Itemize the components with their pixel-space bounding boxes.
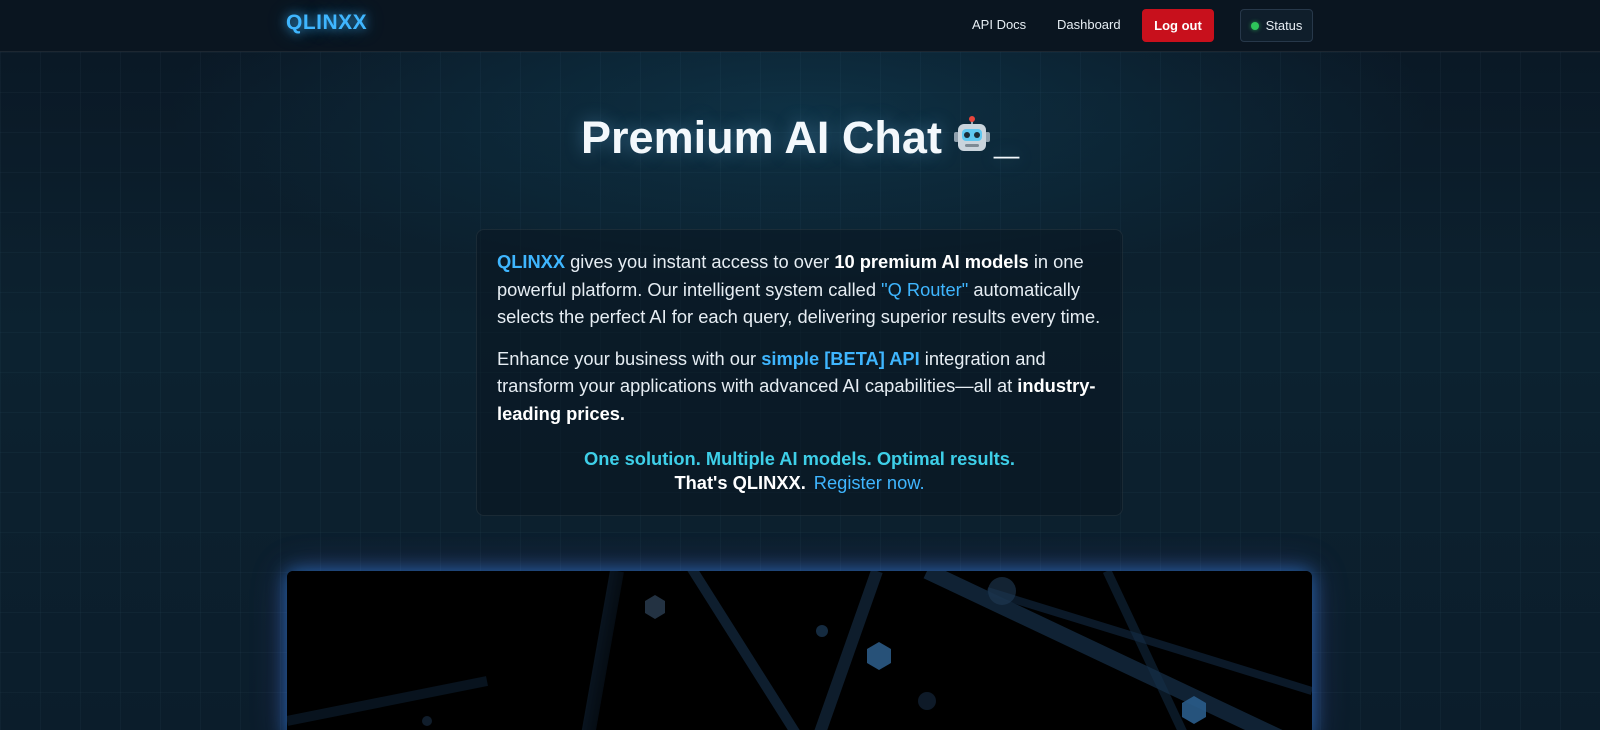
logout-button[interactable]: Log out [1142, 9, 1214, 42]
intro-text: gives you instant access to over [565, 251, 835, 272]
nav-link-api-docs[interactable]: API Docs [972, 17, 1026, 32]
page-title: Premium AI Chat _ [0, 112, 1600, 166]
nav-link-dashboard[interactable]: Dashboard [1057, 17, 1121, 32]
api-highlight: simple [BETA] API [761, 347, 920, 369]
top-navbar: QLINXX API Docs Dashboard Log out Status [0, 0, 1600, 52]
network-animation [287, 571, 1312, 730]
hero-video[interactable] [287, 571, 1312, 730]
intro-paragraph-2: Enhance your business with our simple [B… [497, 345, 1102, 428]
brand-name: QLINXX [497, 251, 566, 272]
tagline-cta: That's QLINXX. Register now. [477, 472, 1122, 494]
status-indicator-icon [1250, 21, 1259, 30]
status-button[interactable]: Status [1240, 9, 1313, 42]
site-logo[interactable]: QLINXX [286, 11, 367, 35]
model-count-highlight: 10 premium AI models [834, 251, 1029, 272]
intro-text: Enhance your business with our [497, 347, 762, 369]
q-router-highlight: "Q Router" [881, 278, 969, 300]
tagline: One solution. Multiple AI models. Optima… [583, 448, 1015, 469]
intro-card: QLINXX gives you instant access to over … [476, 229, 1123, 516]
tagline-brand: That's QLINXX. [674, 472, 806, 493]
robot-icon [952, 114, 992, 166]
status-label: Status [1265, 18, 1303, 33]
page-title-text: Premium AI Chat [581, 112, 942, 163]
typing-cursor: _ [993, 112, 1019, 163]
register-link[interactable]: Register now. [814, 472, 925, 493]
intro-paragraph-1: QLINXX gives you instant access to over … [497, 248, 1102, 331]
